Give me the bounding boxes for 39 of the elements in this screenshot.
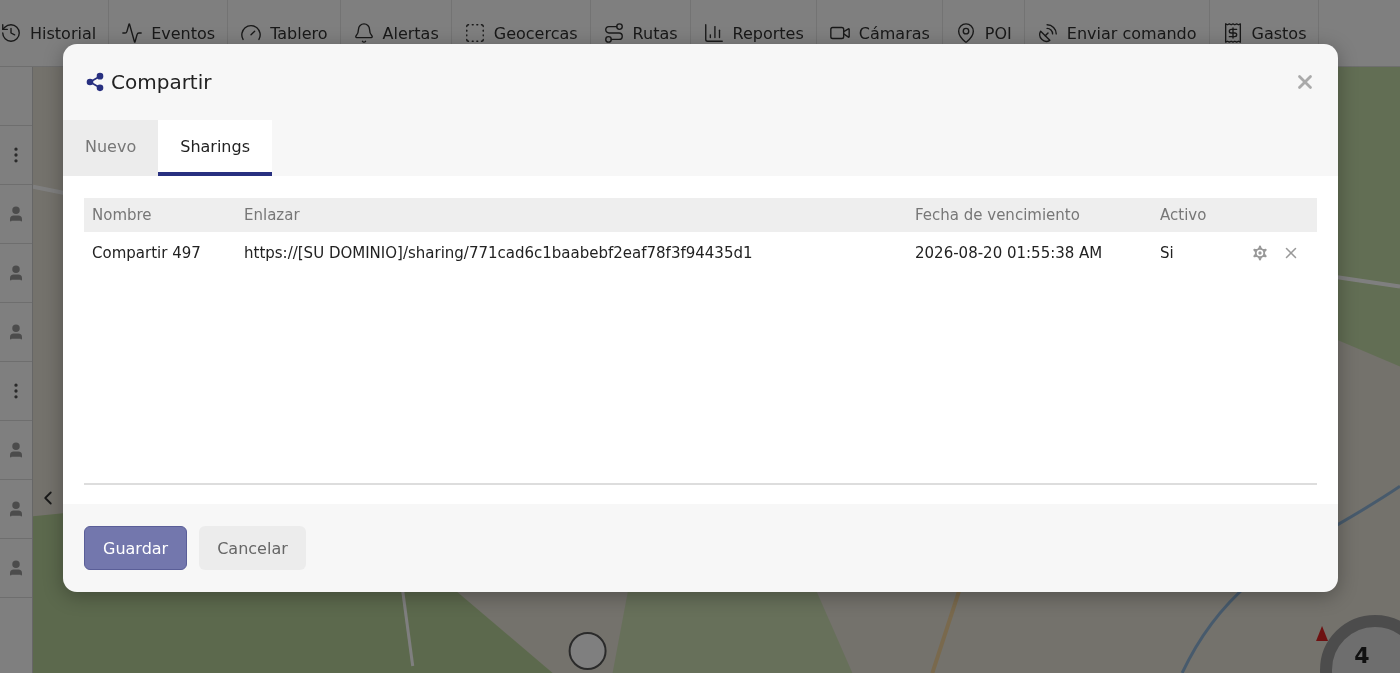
nav-link[interactable]: Eventos <box>151 23 216 43</box>
person-icon[interactable] <box>7 559 25 577</box>
square-icon <box>463 22 486 44</box>
person-icon[interactable] <box>7 323 25 341</box>
person-icon[interactable] <box>7 205 25 223</box>
nav-link[interactable]: Tablero <box>270 23 328 43</box>
settings-icon[interactable] <box>1250 243 1270 263</box>
bell-icon <box>352 22 375 44</box>
nav-link[interactable]: Reportes <box>732 23 804 43</box>
cancel-button[interactable]: Cancelar <box>199 526 306 570</box>
nav-link[interactable]: POI <box>984 23 1012 43</box>
share-icon <box>85 72 105 92</box>
column-header: Enlazar <box>236 198 907 232</box>
table-cell-text: 2026-08-20 01:55:38 AM <box>914 243 1104 264</box>
dialog-title: Compartir <box>111 70 213 94</box>
table-cell-text: Compartir 497 <box>91 243 202 264</box>
save-button[interactable]: Guardar <box>84 526 188 570</box>
nav-link[interactable]: Historial <box>30 23 97 43</box>
tab[interactable]: Sharings <box>158 120 272 176</box>
pulse-icon <box>121 22 144 44</box>
tab[interactable]: Nuevo <box>63 120 159 176</box>
nav-link[interactable]: Enviar comando <box>1066 23 1197 43</box>
column-header: Nombre <box>84 198 236 232</box>
table-cell-text: https://[SU DOMINIO]/sharing/771cad6c1baabebf2eaf78f3f94435d1 <box>243 243 754 264</box>
nav-link[interactable]: Cámaras <box>858 23 930 43</box>
column-header: Activo <box>1152 198 1240 232</box>
nav-link[interactable]: Rutas <box>632 23 678 43</box>
route-icon <box>602 22 625 44</box>
satellite-dish-icon <box>1036 22 1059 44</box>
bar-chart-icon <box>702 22 725 44</box>
clock-icon <box>0 22 22 44</box>
nav-link[interactable]: Alertas <box>382 23 439 43</box>
person-icon[interactable] <box>7 264 25 282</box>
table-cell-text: Si <box>1159 243 1175 264</box>
nav-link[interactable]: Gastos <box>1251 23 1307 43</box>
nav-link[interactable]: Geocercas <box>493 23 578 43</box>
person-icon[interactable] <box>7 500 25 518</box>
column-header: Fecha de vencimiento <box>907 198 1152 232</box>
person-icon[interactable] <box>7 441 25 459</box>
